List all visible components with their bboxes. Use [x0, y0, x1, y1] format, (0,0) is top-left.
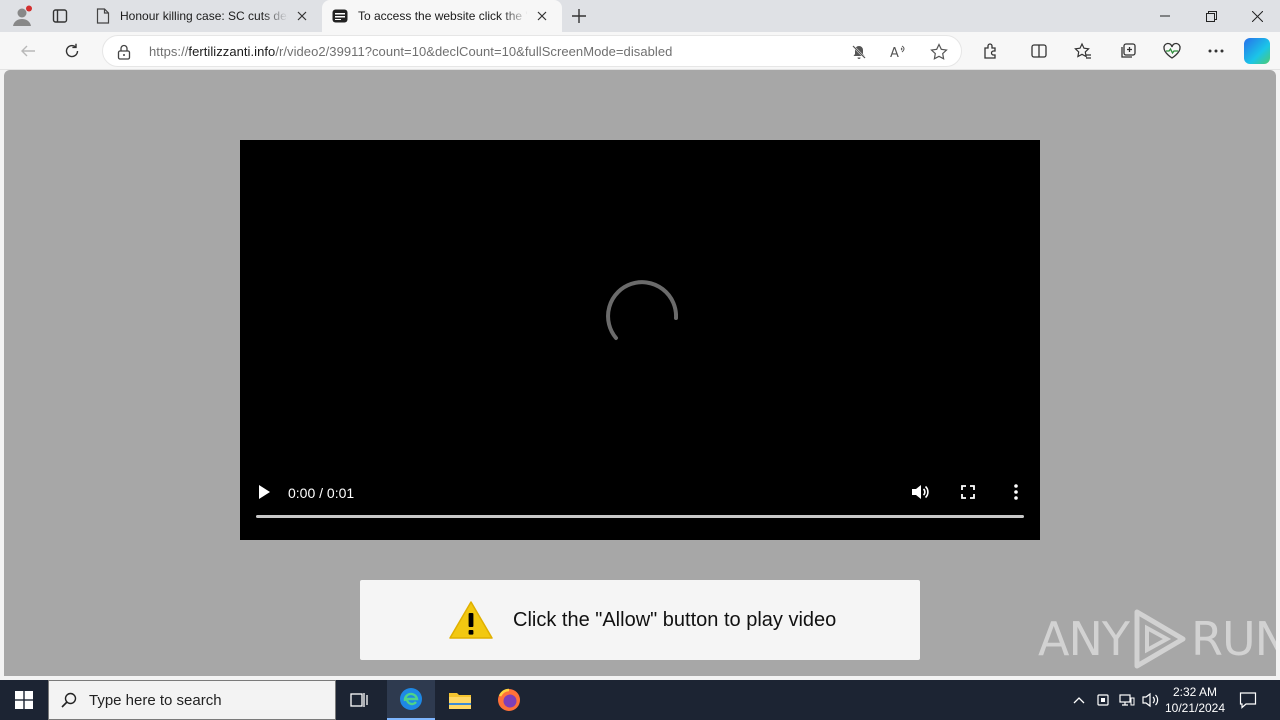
play-icon [259, 485, 270, 499]
system-clock[interactable]: 2:32 AM 10/21/2024 [1160, 684, 1230, 716]
task-view-icon [350, 693, 368, 707]
clock-time: 2:32 AM [1172, 685, 1218, 699]
heart-pulse-icon [1163, 42, 1181, 59]
refresh-button[interactable] [57, 36, 87, 66]
split-screen-icon [1031, 44, 1047, 58]
tab-allow-video[interactable]: To access the website click the "Allow" … [322, 0, 562, 32]
video-time: 0:00 / 0:01 [288, 485, 355, 501]
vertical-tabs-button[interactable] [42, 0, 78, 32]
volume-icon [912, 485, 929, 499]
allow-prompt-box: Click the "Allow" button to play video [360, 580, 920, 660]
search-icon [61, 692, 77, 708]
puzzle-icon [984, 43, 996, 59]
mute-button[interactable] [908, 482, 932, 502]
loading-spinner-icon [606, 280, 678, 340]
taskbar-search-box[interactable]: Type here to search [48, 680, 336, 720]
notification-icon [1239, 692, 1257, 709]
chevron-up-icon [1073, 697, 1085, 704]
video-site-icon [332, 8, 348, 24]
fullscreen-button[interactable] [956, 482, 980, 502]
settings-more-button[interactable] [1201, 36, 1231, 66]
start-button[interactable] [0, 680, 48, 720]
restore-button[interactable] [1188, 0, 1234, 32]
tab-strip: Honour killing case: SC cuts death sente… [0, 0, 1280, 32]
notification-center-button[interactable] [1236, 688, 1260, 712]
close-icon [1251, 10, 1263, 22]
copilot-icon[interactable] [1244, 38, 1270, 64]
fullscreen-icon [961, 485, 975, 499]
network-icon[interactable] [1117, 690, 1137, 710]
windows-logo-icon [15, 691, 33, 709]
allow-prompt-message: Click the "Allow" button to play video [513, 609, 837, 631]
new-tab-button[interactable] [566, 4, 592, 28]
video-progress-bar[interactable] [256, 515, 1024, 518]
folder-icon [449, 693, 471, 709]
minimize-button[interactable] [1142, 0, 1188, 32]
warning-icon [448, 600, 494, 640]
taskbar-explorer-button[interactable] [436, 680, 484, 720]
lock-icon[interactable] [117, 44, 131, 60]
video-player[interactable]: 0:00 / 0:01 [240, 140, 1040, 540]
taskbar-edge-button[interactable] [387, 680, 435, 720]
close-window-button[interactable] [1234, 0, 1280, 32]
more-vertical-icon [1014, 484, 1018, 500]
split-screen-button[interactable] [1024, 36, 1054, 66]
watermark-left-text: ANY [1038, 612, 1130, 666]
tab-title: To access the website click the "Allow" … [358, 9, 528, 23]
volume-icon[interactable] [1141, 690, 1161, 710]
favorite-star-icon[interactable] [928, 42, 950, 62]
url-text[interactable]: https://fertilizzanti.info/r/video2/3991… [149, 44, 672, 59]
taskbar: Type here to search 2:32 AM 10/21/2024 [0, 680, 1280, 720]
video-more-button[interactable] [1004, 482, 1028, 502]
page-icon [96, 8, 110, 24]
close-icon[interactable] [532, 6, 552, 26]
task-view-button[interactable] [336, 680, 384, 720]
play-logo-icon [1134, 609, 1186, 669]
tab-title: Honour killing case: SC cuts death sente… [120, 9, 288, 23]
favorites-button[interactable] [1068, 36, 1098, 66]
address-bar[interactable]: https://fertilizzanti.info/r/video2/3991… [102, 35, 962, 67]
tab-actions-icon [52, 8, 68, 24]
search-placeholder: Type here to search [89, 691, 222, 709]
show-hidden-icons-button[interactable] [1069, 690, 1089, 710]
back-button[interactable] [13, 36, 43, 66]
plus-icon [572, 9, 586, 23]
collections-button[interactable] [1113, 36, 1143, 66]
svg-text:A: A [890, 46, 899, 60]
tab-honour-killing[interactable]: Honour killing case: SC cuts death sente… [86, 0, 322, 32]
browser-essentials-button[interactable] [1157, 36, 1187, 66]
profile-button[interactable] [4, 0, 40, 32]
clock-date: 10/21/2024 [1164, 701, 1226, 715]
device-icon[interactable] [1093, 690, 1113, 710]
page-content: 0:00 / 0:01 Click the "Allow" button to … [4, 70, 1276, 676]
minimize-icon [1160, 15, 1170, 17]
restore-icon [1205, 10, 1217, 22]
watermark-right-text: RUN [1190, 612, 1276, 666]
close-icon[interactable] [292, 6, 312, 26]
firefox-icon [498, 688, 520, 711]
favorites-icon [1074, 42, 1091, 59]
refresh-icon [65, 43, 79, 58]
collections-icon [1121, 43, 1136, 58]
navigation-bar: https://fertilizzanti.info/r/video2/3991… [0, 32, 1280, 70]
edge-icon [400, 688, 422, 710]
play-button[interactable] [256, 482, 272, 502]
notifications-blocked-icon[interactable] [848, 42, 870, 62]
read-aloud-icon[interactable]: A [888, 42, 910, 62]
back-arrow-icon [21, 45, 35, 57]
taskbar-firefox-button[interactable] [485, 680, 533, 720]
extensions-button[interactable] [976, 36, 1006, 66]
profile-icon [11, 5, 33, 27]
anyrun-watermark: ANY RUN [1038, 608, 1276, 670]
more-dots-icon [1208, 49, 1224, 53]
